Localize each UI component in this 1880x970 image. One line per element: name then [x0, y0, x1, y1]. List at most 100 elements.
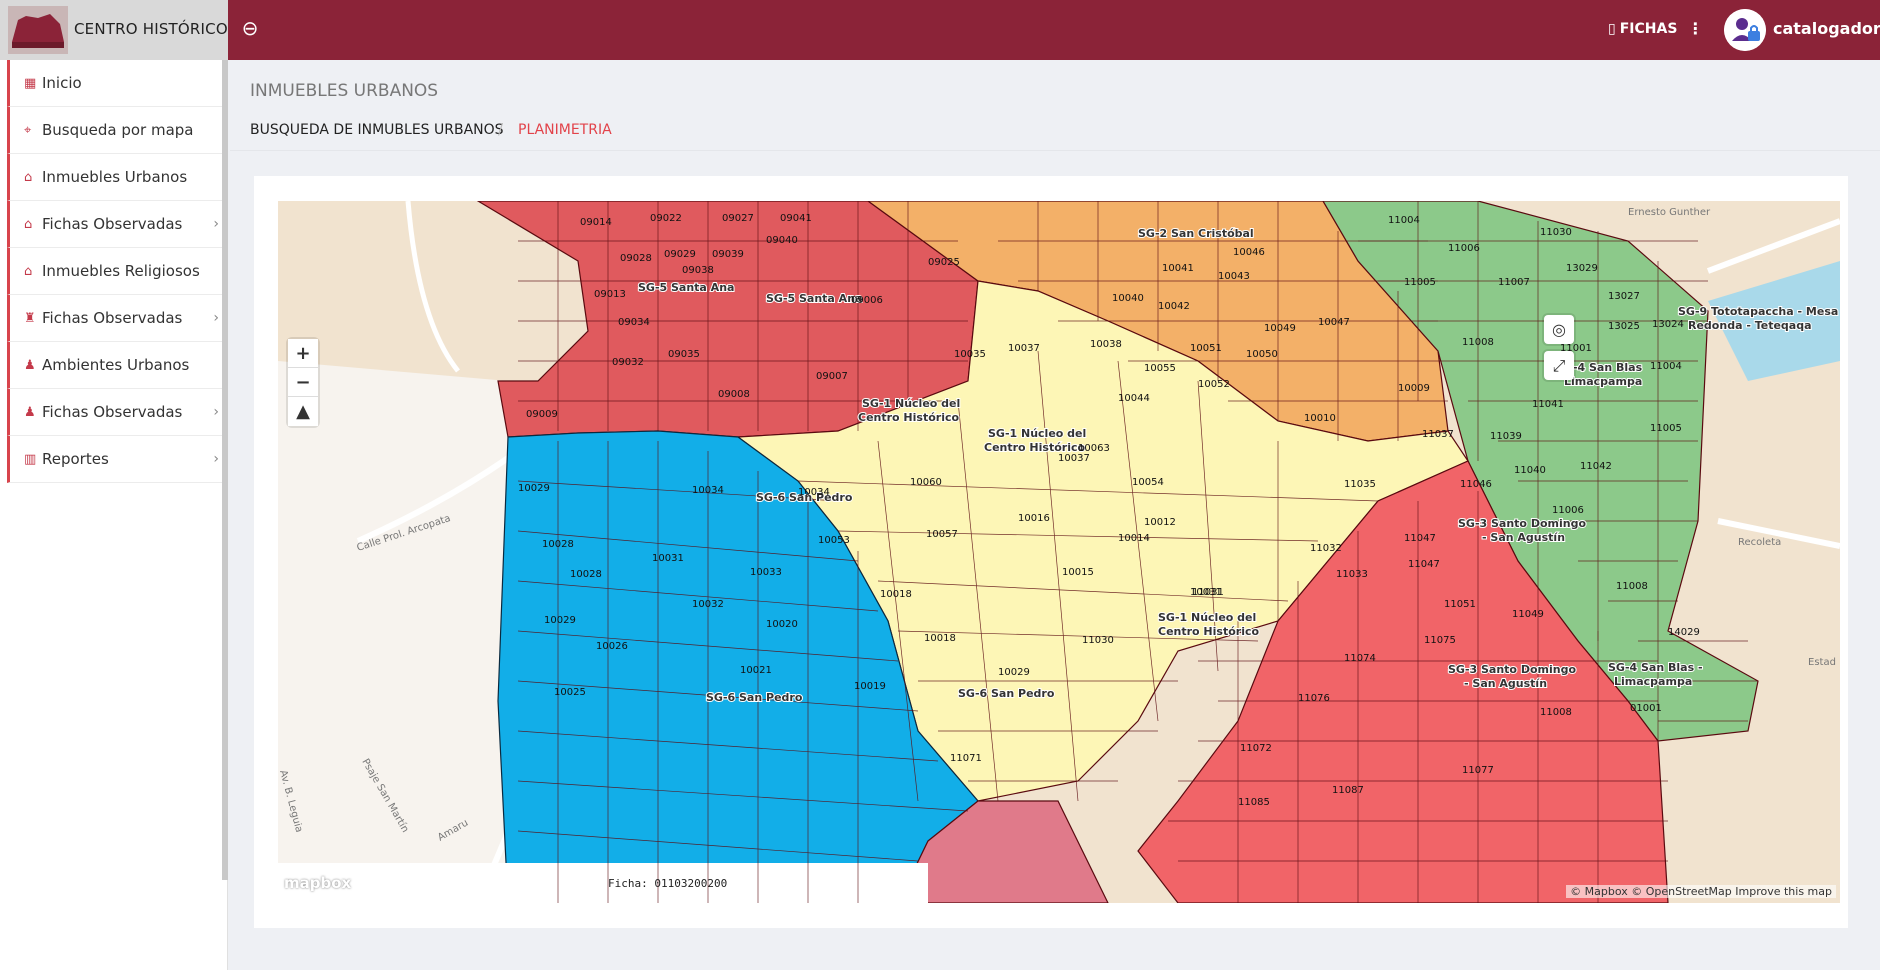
parcel-label: 11035 [1344, 479, 1376, 490]
zone-label: SG-6 San Pedro [706, 691, 803, 704]
zoom-out-button[interactable]: − [288, 368, 318, 397]
parcel-label: 10029 [544, 615, 576, 626]
map-pin-icon: ⌖ [24, 122, 32, 138]
zone-label: - San Agustín [1482, 531, 1565, 544]
parcel-label: 10029 [998, 667, 1030, 678]
parcel-label: 10034 [692, 485, 724, 496]
compass-button[interactable]: ▲ [288, 397, 318, 426]
parcel-label: 09013 [594, 289, 626, 300]
parcel-label: 10026 [596, 641, 628, 652]
geolocate-button[interactable]: ◎ [1544, 315, 1574, 344]
parcel-label: 10018 [880, 589, 912, 600]
parcel-label: 10020 [766, 619, 798, 630]
parcel-label: 10040 [1112, 293, 1144, 304]
sidebar-item-fichas-observadas-religiosos[interactable]: ♜ Fichas Observadas › [7, 295, 227, 342]
parcel-label: 13024 [1652, 319, 1684, 330]
church-icon: ♜ [24, 310, 36, 326]
parcel-label: 10021 [740, 665, 772, 676]
parcel-label: 10038 [1090, 339, 1122, 350]
chevron-right-icon: › [213, 216, 219, 232]
parcel-label: 11030 [1540, 227, 1572, 238]
zone-label: Limacpampa [1614, 675, 1692, 688]
fullscreen-button[interactable]: ⤢ [1544, 351, 1574, 380]
sidebar-item-inmuebles-religiosos[interactable]: ⌂ Inmuebles Religiosos [7, 248, 227, 295]
sidebar-item-fichas-observadas-urbanos[interactable]: ⌂ Fichas Observadas › [7, 201, 227, 248]
breadcrumb-parent[interactable]: BUSQUEDA DE INMUBLES URBANOS [250, 122, 504, 138]
sidebar-item-label: Fichas Observadas [42, 215, 183, 233]
parcel-label: 10050 [1246, 349, 1278, 360]
mapbox-logo[interactable]: mapbox [284, 874, 351, 892]
parcel-label: 11042 [1580, 461, 1612, 472]
sidebar-item-label: Fichas Observadas [42, 309, 183, 327]
parcel-label: 09009 [526, 409, 558, 420]
parcel-label: 11077 [1462, 765, 1494, 776]
parcel-label: 11006 [1448, 243, 1480, 254]
sidebar-item-ambientes-urbanos[interactable]: ♟ Ambientes Urbanos [7, 342, 227, 389]
sidebar-item-label: Inicio [42, 74, 82, 92]
breadcrumb-separator: / [498, 120, 504, 138]
sidebar-item-fichas-observadas-ambientes[interactable]: ♟ Fichas Observadas › [7, 389, 227, 436]
road-icon: ♟ [24, 404, 36, 420]
parcel-label: 10029 [518, 483, 550, 494]
home-icon: ⌂ [24, 216, 33, 232]
parcel-label: 10018 [924, 633, 956, 644]
parcel-label: 11046 [1460, 479, 1492, 490]
parcel-label: 10031 [652, 553, 684, 564]
parcel-label: 10047 [1318, 317, 1350, 328]
sidebar-item-label: Fichas Observadas [42, 403, 183, 421]
attribution-mapbox[interactable]: © Mapbox [1570, 885, 1628, 898]
parcel-label: 10012 [1144, 517, 1176, 528]
zone-label: SG-3 Santo Domingo [1448, 663, 1576, 676]
sidebar-item-busqueda-mapa[interactable]: ⌖ Busqueda por mapa [7, 107, 227, 154]
parcel-label: 11051 [1444, 599, 1476, 610]
user-avatar-icon[interactable] [1724, 9, 1766, 51]
sidebar-item-reportes[interactable]: ▥ Reportes › [7, 436, 227, 483]
parcel-label: 10016 [1018, 513, 1050, 524]
parcel-label: 11006 [1552, 505, 1584, 516]
fichas-menu-button[interactable]: ▯ FICHAS ⋮ [1608, 19, 1703, 38]
parcel-label: 10033 [750, 567, 782, 578]
parcel-label: 11032 [1310, 543, 1342, 554]
parcel-label: 10037 [1058, 453, 1090, 464]
parcel-label: 14029 [1668, 627, 1700, 638]
parcel-label: 09039 [712, 249, 744, 260]
zone-label: SG-3 Santo Domingo [1458, 517, 1586, 530]
parcel-label: 11087 [1332, 785, 1364, 796]
attribution-osm[interactable]: © OpenStreetMap [1631, 885, 1732, 898]
parcel-label: 10014 [1118, 533, 1150, 544]
attribution-improve[interactable]: Improve this map [1735, 885, 1832, 898]
sidebar-item-inmuebles-urbanos[interactable]: ⌂ Inmuebles Urbanos [7, 154, 227, 201]
home-icon: ⌂ [24, 263, 33, 279]
sidebar-item-inicio[interactable]: ▦ Inicio [7, 60, 227, 107]
map-canvas[interactable]: SG-5 Santa Ana SG-5 Santa Ana SG-2 San C… [278, 201, 1840, 903]
map-layer[interactable]: SG-5 Santa Ana SG-5 Santa Ana SG-2 San C… [278, 201, 1840, 903]
parcel-label: 11008 [1540, 707, 1572, 718]
map-footer-strip [278, 863, 928, 903]
zone-label: SG-1 Núcleo del [988, 427, 1086, 440]
parcel-label: 11008 [1616, 581, 1648, 592]
parcel-label: 11004 [1650, 361, 1682, 372]
parcel-label: 10032 [692, 599, 724, 610]
brand-area[interactable]: CENTRO HISTÓRICO [0, 0, 228, 60]
sidebar-scrollbar[interactable] [222, 60, 228, 880]
parcel-label: 10057 [926, 529, 958, 540]
parcel-label: 09028 [620, 253, 652, 264]
parcel-label: 10063 [1078, 443, 1110, 454]
parcel-label: 01001 [1630, 703, 1662, 714]
parcel-label: 09038 [682, 265, 714, 276]
back-arrow-icon[interactable]: ⊖ [238, 16, 262, 40]
parcel-label: 11047 [1408, 559, 1440, 570]
road-icon: ♟ [24, 357, 36, 373]
parcel-label: 09007 [816, 371, 848, 382]
zone-label: SG-4 San Blas - [1608, 661, 1703, 674]
user-name[interactable]: catalogador [1773, 19, 1880, 38]
parcel-label: 11004 [1388, 215, 1420, 226]
parcel-label: 13025 [1608, 321, 1640, 332]
zoom-in-button[interactable]: + [288, 339, 318, 368]
header-divider [230, 150, 1880, 151]
parcel-label: 13027 [1608, 291, 1640, 302]
parcel-label: 09034 [618, 317, 650, 328]
top-navbar: CENTRO HISTÓRICO ⊖ ▯ FICHAS ⋮ catalogado… [0, 0, 1880, 60]
chevron-right-icon: › [213, 451, 219, 467]
page-title: INMUEBLES URBANOS [250, 81, 439, 101]
